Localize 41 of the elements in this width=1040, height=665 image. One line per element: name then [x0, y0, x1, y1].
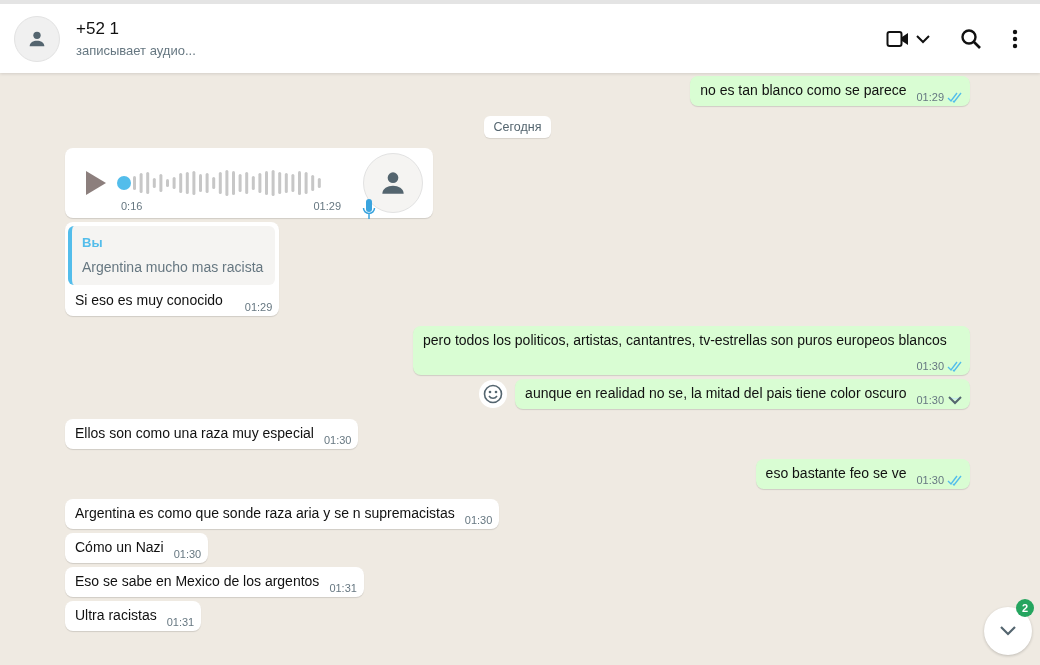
contact-status: записывает аудио...	[76, 43, 197, 58]
message-time: 01:31	[166, 615, 195, 630]
message-time: 01:30	[916, 393, 944, 408]
message-text: Eso se sabe en Mexico de los argentos	[75, 573, 320, 589]
message-text: no es tan blanco como se parece	[700, 82, 907, 98]
message-text: Argentina es como que sonde raza aria y se n supremacistas	[75, 505, 455, 521]
message-time: 01:30	[464, 513, 493, 528]
smiley-icon	[483, 384, 504, 404]
message-text: Ultra racistas	[75, 607, 157, 623]
chevron-down-icon[interactable]	[947, 395, 963, 406]
chevron-down-icon	[916, 33, 930, 44]
message-time: 01:30	[916, 473, 944, 488]
unread-badge: 2	[1016, 599, 1034, 617]
date-chip: Сегодня	[483, 116, 552, 138]
contact-name: +52 1	[76, 19, 120, 39]
message-time: 01:30	[916, 359, 944, 374]
message-text: pero todos los politicos, artistas, cantantres, tv-estrellas son puros europeos blancos	[423, 332, 947, 348]
video-camera-icon	[886, 28, 910, 49]
playhead-dot[interactable]	[117, 176, 131, 190]
quoted-message[interactable]: Вы Argentina mucho mas racista	[68, 226, 276, 285]
message-time: 01:29	[244, 300, 273, 315]
menu-icon	[1012, 28, 1018, 49]
microphone-icon	[362, 198, 376, 220]
message-time: 01:29	[916, 90, 944, 105]
message-text: aunque en realidad no se, la mitad del pais tiene color oscuro	[525, 385, 907, 401]
chevron-down-icon	[999, 625, 1017, 637]
search-icon	[960, 27, 982, 50]
message-text: Si eso es muy conocido	[75, 292, 223, 308]
emoji-reaction-button[interactable]	[479, 380, 508, 408]
message-time: 01:30	[173, 547, 202, 562]
message-time: 01:30	[323, 433, 352, 448]
play-icon[interactable]	[85, 170, 107, 196]
message-time: 01:29	[313, 200, 341, 212]
quote-author: Вы	[82, 234, 104, 252]
quote-text: Argentina mucho mas racista	[82, 258, 264, 277]
message-text: Cómo un Nazi	[75, 539, 164, 555]
contact-avatar[interactable]	[14, 15, 60, 62]
audio-position: 0:16	[121, 200, 143, 212]
message-text: eso bastante feo se ve	[765, 465, 907, 481]
message-time: 01:31	[329, 581, 357, 596]
message-text: Ellos son como una raza muy especial	[75, 425, 314, 441]
